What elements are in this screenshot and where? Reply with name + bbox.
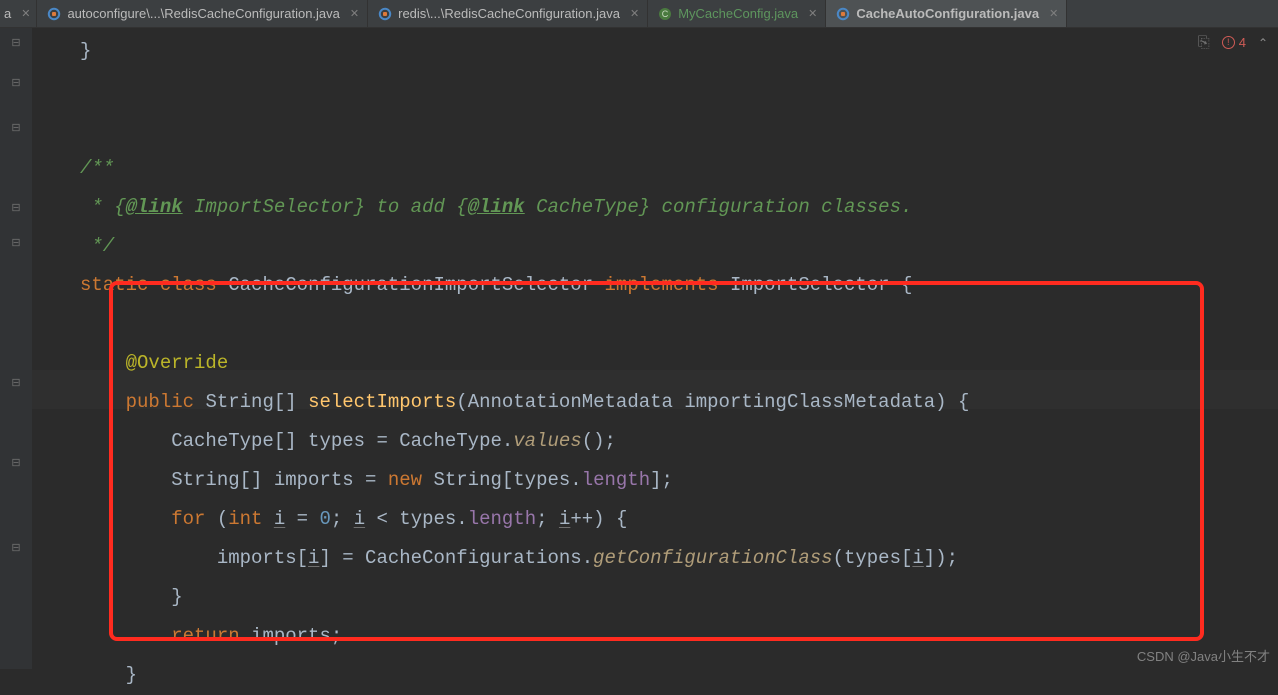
class-icon: C <box>658 7 672 21</box>
gutter: ⊟ ⊟ ⊟ ⊟ ⊟ ⊟ ⊟ ⊟ <box>0 28 32 669</box>
tab-cache-auto-config[interactable]: CacheAutoConfiguration.java ✕ <box>826 0 1067 27</box>
code-content: } /** * {@link ImportSelector} to add {@… <box>32 32 1278 695</box>
close-icon[interactable]: ✕ <box>1049 7 1058 20</box>
fold-icon[interactable]: ⊟ <box>10 38 22 50</box>
java-icon <box>378 7 392 21</box>
fold-icon[interactable]: ⊟ <box>10 123 22 135</box>
tab-label: autoconfigure\...\RedisCacheConfiguratio… <box>67 6 339 21</box>
tab-my-cache-config[interactable]: C MyCacheConfig.java ✕ <box>648 0 826 27</box>
java-icon <box>47 7 61 21</box>
fold-icon[interactable]: ⊟ <box>10 238 22 250</box>
close-icon[interactable]: ✕ <box>808 7 817 20</box>
tab-label: redis\...\RedisCacheConfiguration.java <box>398 6 620 21</box>
watermark: CSDN @Java小生不才 <box>1137 646 1270 665</box>
fold-icon[interactable]: ⊟ <box>10 378 22 390</box>
fold-icon[interactable]: ⊟ <box>10 543 22 555</box>
close-icon[interactable]: ✕ <box>21 7 30 20</box>
java-icon <box>836 7 850 21</box>
editor-tabs: a ✕ autoconfigure\...\RedisCacheConfigur… <box>0 0 1278 28</box>
fold-icon[interactable]: ⊟ <box>10 203 22 215</box>
tab-partial[interactable]: a ✕ <box>0 0 37 27</box>
fold-icon[interactable]: ⊟ <box>10 78 22 90</box>
tab-redis-cache-config-1[interactable]: autoconfigure\...\RedisCacheConfiguratio… <box>37 0 368 27</box>
tab-redis-cache-config-2[interactable]: redis\...\RedisCacheConfiguration.java ✕ <box>368 0 648 27</box>
close-icon[interactable]: ✕ <box>630 7 639 20</box>
tab-label: CacheAutoConfiguration.java <box>856 6 1039 21</box>
close-icon[interactable]: ✕ <box>350 7 359 20</box>
fold-icon[interactable]: ⊟ <box>10 458 22 470</box>
tab-label: MyCacheConfig.java <box>678 6 798 21</box>
code-editor[interactable]: } /** * {@link ImportSelector} to add {@… <box>32 28 1278 669</box>
tab-label: a <box>4 6 11 21</box>
svg-text:C: C <box>662 9 669 19</box>
